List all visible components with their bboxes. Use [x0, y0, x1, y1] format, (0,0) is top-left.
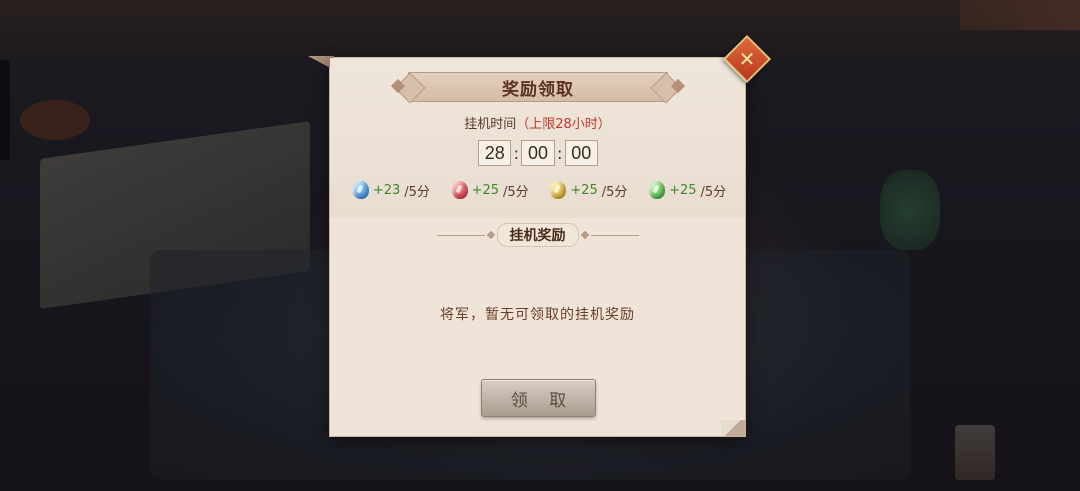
rate-item: +25/5分 — [649, 181, 726, 200]
yellow-gem-icon — [550, 181, 567, 199]
divider — [436, 234, 485, 236]
close-icon: ✕ — [738, 47, 756, 71]
idle-time-limit: （上限28小时） — [516, 117, 611, 132]
rate-unit: /5分 — [601, 184, 628, 200]
divider-ornament — [486, 230, 495, 240]
rate-value: +25 — [471, 182, 500, 198]
panel-fold-corner — [721, 420, 745, 436]
timer-seconds: 00 — [564, 140, 598, 166]
claim-button-label: 领 取 — [510, 390, 575, 411]
reward-claim-dialog: 奖励领取 挂机时间（上限28小时） 28 : 00 : 00 +23/5分 +2… — [308, 56, 745, 436]
resource-rates: +23/5分 +25/5分 +25/5分 +25/5分 — [342, 178, 737, 202]
rate-unit: /5分 — [700, 184, 727, 200]
red-gem-icon — [451, 181, 468, 199]
dialog-title: 奖励领取 — [502, 79, 574, 100]
green-gem-icon — [649, 181, 666, 199]
timer-minutes: 00 — [521, 140, 555, 166]
title-ribbon: 奖励领取 — [390, 72, 686, 102]
rate-item: +23/5分 — [352, 181, 430, 200]
idle-timer: 28 : 00 : 00 — [478, 140, 598, 166]
timer-hours: 28 — [478, 140, 512, 166]
timer-separator: : — [513, 143, 520, 163]
rate-value: +23 — [372, 182, 401, 198]
rate-item: +25/5分 — [451, 181, 529, 200]
rate-value: +25 — [570, 182, 598, 198]
claim-button[interactable]: 领 取 — [481, 379, 596, 417]
section-title: 挂机奖励 — [496, 223, 579, 247]
rate-unit: /5分 — [503, 184, 529, 200]
rate-item: +25/5分 — [550, 181, 627, 200]
timer-separator: : — [556, 143, 563, 163]
divider — [590, 234, 639, 236]
idle-reward-header: 挂机奖励 — [330, 223, 745, 247]
idle-time-label-row: 挂机时间（上限28小时） — [330, 113, 745, 132]
divider-ornament — [580, 230, 589, 240]
rate-value: +25 — [669, 182, 697, 198]
empty-reward-message: 将军，暂无可领取的挂机奖励 — [440, 307, 635, 323]
blue-gem-icon — [352, 181, 369, 199]
rate-unit: /5分 — [404, 184, 430, 200]
idle-time-label: 挂机时间 — [464, 117, 517, 132]
